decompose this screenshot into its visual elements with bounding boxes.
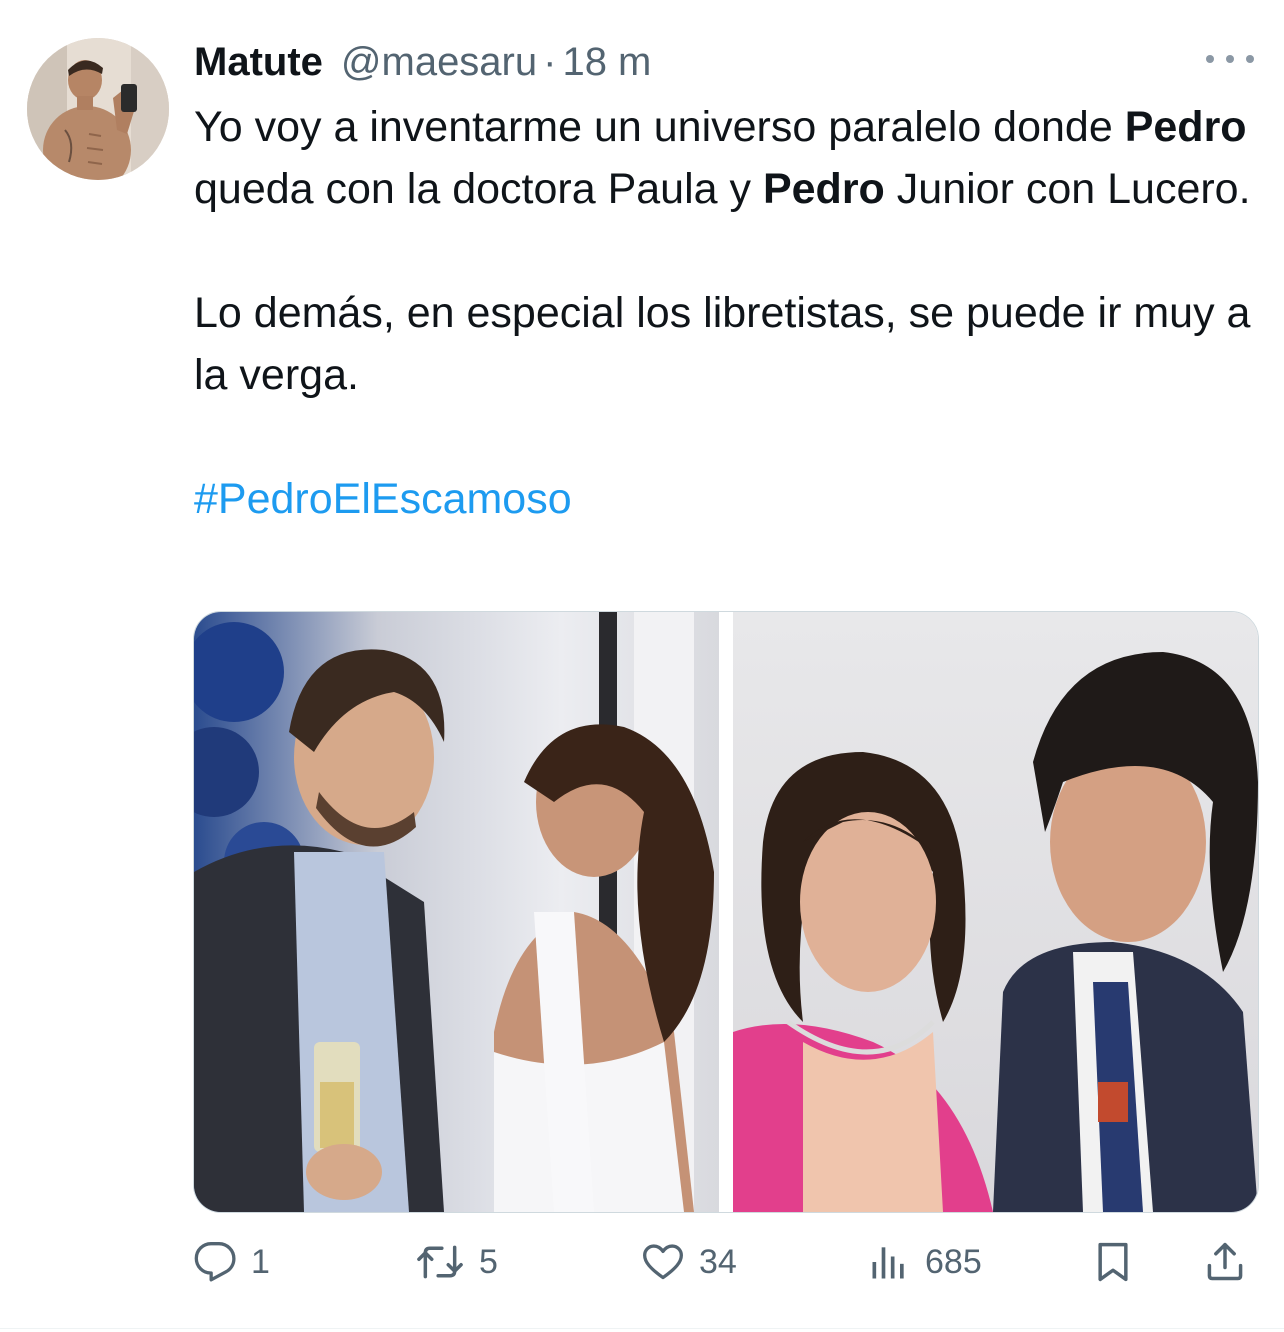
bookmark-button[interactable] (1091, 1232, 1135, 1292)
text-segment: Yo voy a inventarme un universo paralelo… (194, 103, 1125, 151)
photo-couple-modern (194, 612, 719, 1212)
tweet-actions: 1 5 34 685 (193, 1232, 1257, 1292)
media-photo-left[interactable] (194, 612, 719, 1212)
retweet-count: 5 (479, 1242, 498, 1281)
more-options-button[interactable] (1206, 44, 1254, 74)
tweet-text: Yo voy a inventarme un universo paralelo… (194, 96, 1264, 530)
photo-couple-classic (733, 612, 1258, 1212)
tweet-paragraph-2: Lo demás, en especial los libretistas, s… (194, 289, 1251, 399)
text-segment: Junior con Lucero. (884, 165, 1251, 213)
avatar-photo (27, 38, 169, 180)
views-count: 685 (925, 1242, 982, 1281)
tweet-paragraph-1: Yo voy a inventarme un universo paralelo… (194, 96, 1264, 220)
media-photo-right[interactable] (733, 612, 1258, 1212)
share-icon (1207, 1242, 1243, 1281)
hashtag-link[interactable]: #PedroElEscamoso (194, 475, 572, 523)
like-count: 34 (699, 1242, 737, 1281)
retweet-icon (417, 1245, 463, 1279)
author-handle[interactable]: @maesaru (341, 40, 537, 85)
bold-name: Pedro (1124, 103, 1247, 151)
more-horizontal-icon-dot (1246, 55, 1254, 63)
author-display-name[interactable]: Matute (194, 40, 323, 85)
bold-name: Pedro (762, 165, 885, 213)
divider (0, 1328, 1284, 1329)
more-horizontal-icon-dot (1226, 55, 1234, 63)
bookmark-icon (1098, 1242, 1128, 1282)
tweet-header: Matute @maesaru · 18 m (194, 36, 651, 88)
reply-count: 1 (251, 1242, 270, 1281)
media-grid[interactable] (193, 611, 1259, 1213)
share-button[interactable] (1203, 1232, 1247, 1292)
like-button[interactable]: 34 (641, 1232, 737, 1292)
tweet[interactable]: Matute @maesaru · 18 m Yo voy a inventar… (0, 0, 1284, 1332)
views-button[interactable]: 685 (867, 1232, 982, 1292)
reply-bubble-icon (194, 1242, 236, 1282)
avatar[interactable] (27, 38, 169, 180)
text-segment: queda con la doctora Paula y (194, 165, 763, 213)
retweet-button[interactable]: 5 (415, 1232, 498, 1292)
tweet-timestamp[interactable]: 18 m (562, 40, 651, 85)
bar-chart-icon (872, 1247, 904, 1279)
header-separator: · (543, 39, 557, 84)
heart-icon (643, 1244, 683, 1280)
more-horizontal-icon (1206, 55, 1214, 63)
reply-button[interactable]: 1 (193, 1232, 270, 1292)
